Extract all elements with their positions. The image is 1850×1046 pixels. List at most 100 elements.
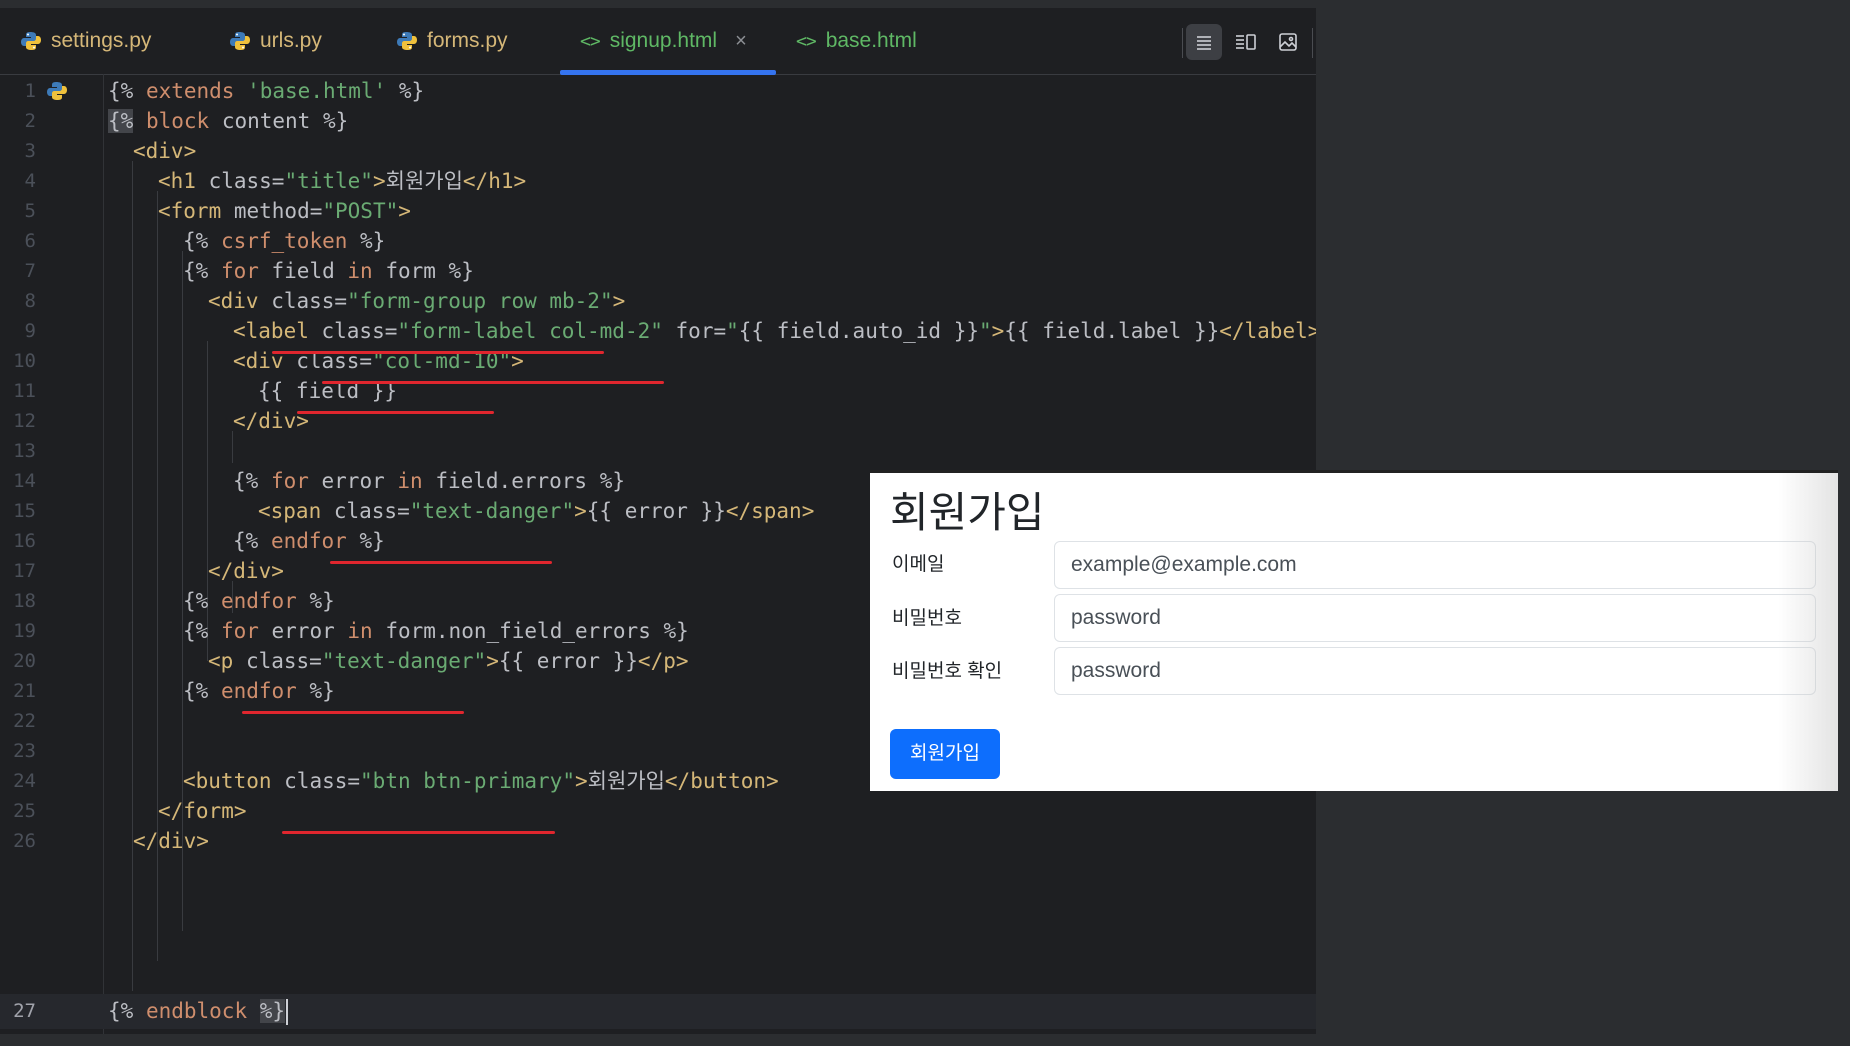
lines-icon xyxy=(1197,36,1211,50)
token: "title" xyxy=(284,169,373,193)
token: form.non_field_errors %} xyxy=(372,619,689,643)
password-label: 비밀번호 xyxy=(892,608,962,629)
annotation-underline xyxy=(282,831,555,834)
token: {% xyxy=(233,529,271,553)
token: %} xyxy=(296,589,335,613)
token: </form> xyxy=(158,799,247,823)
editor-tab-bar: settings.py urls.py forms.py <> signup.h… xyxy=(0,8,1316,75)
token: for= xyxy=(662,319,727,343)
token: %} xyxy=(296,679,335,703)
token: %} xyxy=(346,529,385,553)
token: method= xyxy=(221,199,323,223)
token: class= xyxy=(321,499,410,523)
email-field[interactable]: example@example.com xyxy=(1054,541,1816,589)
token: block xyxy=(145,109,210,133)
token: 회원가입 xyxy=(587,769,665,793)
token: endfor xyxy=(220,679,297,703)
token: <button xyxy=(183,769,272,793)
tab-base-html[interactable]: <> base.html xyxy=(796,8,917,74)
token: "POST" xyxy=(322,199,399,223)
token: csrf_token xyxy=(220,229,348,253)
token: {% xyxy=(183,679,221,703)
tab-label: base.html xyxy=(825,29,917,52)
token: "form-label col-md-2" xyxy=(397,319,663,343)
password-field[interactable]: password xyxy=(1054,594,1816,642)
tab-urls-py[interactable]: urls.py xyxy=(229,8,322,74)
image-preview-icon xyxy=(1279,33,1297,51)
token: error xyxy=(308,469,398,493)
token: <h1 xyxy=(158,169,196,193)
token: {% xyxy=(183,259,221,283)
token: class= xyxy=(271,769,361,793)
token: </span> xyxy=(725,499,815,523)
tab-label: settings.py xyxy=(51,29,152,52)
token: </button> xyxy=(664,769,779,793)
token: "btn btn-primary" xyxy=(360,769,575,793)
code-line[interactable]: 26 </div> xyxy=(0,824,1316,859)
token: <div> xyxy=(133,139,197,163)
token: class= xyxy=(195,169,285,193)
code-text: </div> xyxy=(133,824,209,859)
line-number: 27 xyxy=(13,1000,36,1022)
password-confirm-field[interactable]: password xyxy=(1054,647,1816,695)
token: {% xyxy=(183,589,221,613)
tab-signup-html[interactable]: <> signup.html × xyxy=(580,8,747,74)
token: > xyxy=(574,499,587,523)
token: {{ field.label }} xyxy=(1004,319,1220,343)
token: " xyxy=(726,319,739,343)
toolbar-separator xyxy=(1182,28,1183,58)
token: "text-danger" xyxy=(321,649,487,673)
python-file-icon xyxy=(20,30,42,52)
preview-title: 회원가입 xyxy=(890,489,1045,536)
tab-settings-py[interactable]: settings.py xyxy=(20,8,151,74)
token: <span xyxy=(258,499,322,523)
token: class= xyxy=(233,649,322,673)
token: endblock xyxy=(145,999,248,1023)
line-number: 26 xyxy=(13,830,36,852)
token: 'base.html' xyxy=(247,79,387,103)
token: class= xyxy=(258,289,348,313)
python-file-icon xyxy=(396,30,418,52)
tab-label: urls.py xyxy=(260,29,322,52)
token: <p xyxy=(208,649,234,673)
token: in xyxy=(397,469,423,493)
tab-forms-py[interactable]: forms.py xyxy=(396,8,508,74)
token: {{ error }} xyxy=(586,499,726,523)
password-confirm-label: 비밀번호 확인 xyxy=(892,661,1003,682)
token: in xyxy=(347,619,373,643)
preview-edge-shadow xyxy=(1778,473,1838,791)
token: error xyxy=(258,619,348,643)
token: class= xyxy=(308,319,398,343)
token: %} xyxy=(386,79,425,103)
token: form %} xyxy=(372,259,474,283)
token: <label xyxy=(233,319,309,343)
signup-submit-button[interactable]: 회원가입 xyxy=(890,729,1000,779)
html-file-icon: <> xyxy=(580,30,601,52)
tab-label: signup.html xyxy=(609,29,718,52)
matched-brace: {% xyxy=(108,109,134,133)
email-label: 이메일 xyxy=(892,554,945,575)
token: endfor xyxy=(270,529,347,553)
preview-only-view-button[interactable] xyxy=(1270,24,1306,60)
token: </div> xyxy=(133,829,209,853)
editor-only-view-button[interactable] xyxy=(1186,24,1222,60)
token: > xyxy=(398,199,411,223)
token: for xyxy=(220,619,259,643)
token: {{ error }} xyxy=(498,649,638,673)
token: {% xyxy=(183,229,221,253)
token: <form xyxy=(158,199,222,223)
rendered-form-preview: 회원가입 이메일 example@example.com 비밀번호 passwo… xyxy=(870,470,1838,791)
html-file-icon: <> xyxy=(796,30,817,52)
token: > xyxy=(486,649,499,673)
annotation-underline xyxy=(297,411,494,414)
close-tab-icon[interactable]: × xyxy=(735,30,747,53)
code-text: {% endblock %} xyxy=(108,994,289,1029)
split-view-button[interactable] xyxy=(1228,24,1264,60)
code-line-current[interactable]: 27 {% endblock %} xyxy=(0,994,1316,1029)
token: > xyxy=(612,289,626,313)
annotation-underline xyxy=(322,381,664,384)
token: field.errors %} xyxy=(422,469,625,493)
token: {% xyxy=(233,469,271,493)
